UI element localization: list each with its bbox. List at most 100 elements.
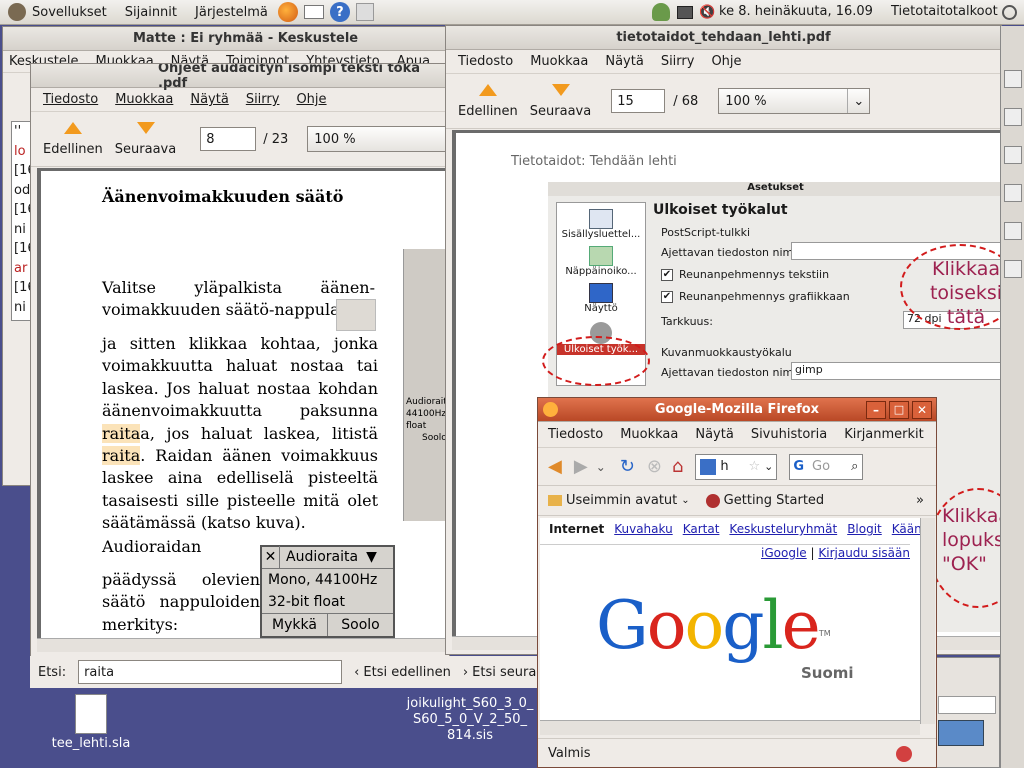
desktop-icon-sla[interactable]: tee_lehti.sla	[46, 694, 136, 751]
pdf2-menu-item[interactable]: Näytä	[605, 54, 643, 69]
help-launcher-icon[interactable]: ?	[329, 2, 350, 22]
pdf2-menu-item[interactable]: Tiedosto	[458, 54, 513, 69]
history-dropdown-icon[interactable]: ⌄	[596, 460, 606, 474]
prev-page-button[interactable]: Edellinen	[458, 83, 518, 119]
pdf2-titlebar[interactable]: tietotaidot_tehdaan_lehti.pdf	[446, 26, 1001, 50]
clock[interactable]: ke 8. heinäkuuta, 16.09	[719, 4, 873, 19]
ff-menu-item[interactable]: Kirjanmerkit	[844, 427, 924, 442]
ff-menu-item[interactable]: Muokkaa	[620, 427, 678, 442]
firefox-vscrollbar[interactable]	[920, 518, 935, 724]
forward-button-icon[interactable]: ▶	[574, 456, 588, 477]
sign-in-link[interactable]: Kirjaudu sisään	[818, 546, 910, 560]
firefox-hscrollbar[interactable]	[540, 720, 920, 735]
pdf1-menu-item[interactable]: Näytä	[190, 92, 228, 107]
home-icon[interactable]: ⌂	[672, 456, 683, 477]
places-menu[interactable]: Sijainnit	[119, 0, 183, 25]
edge-button[interactable]	[1004, 108, 1022, 126]
page-number-input[interactable]: 8	[200, 127, 257, 151]
find-input[interactable]: raita	[78, 660, 343, 684]
back-button-icon[interactable]: ◀	[548, 456, 562, 477]
pdf2-menubar: Tiedosto Muokkaa Näytä Siirry Ohje	[446, 50, 1001, 74]
audio-track-panel-image: ✕ Audioraita ▼ Mono, 44100Hz 32-bit floa…	[260, 545, 395, 638]
pdf1-menu-item[interactable]: Tiedosto	[43, 92, 98, 107]
google-nav-internet[interactable]: Internet	[549, 522, 604, 536]
power-icon[interactable]	[1002, 5, 1017, 20]
maximize-button[interactable]: □	[889, 401, 909, 419]
mail-launcher-icon[interactable]	[303, 5, 324, 19]
volume-muted-icon[interactable]: 🔇	[699, 5, 715, 20]
prev-page-button[interactable]: Edellinen	[43, 121, 103, 157]
pdf1-hscrollbar[interactable]	[37, 638, 449, 652]
ff-menu-item[interactable]: Näytä	[695, 427, 733, 442]
page-total: / 68	[673, 93, 699, 109]
screenshot-launcher-icon[interactable]	[355, 3, 374, 21]
toc-icon	[589, 209, 613, 229]
edge-button[interactable]	[1004, 222, 1022, 240]
find-next-button[interactable]: › Etsi seura	[463, 665, 537, 680]
top-panel: Sovellukset Sijainnit Järjestelmä ? 🔇 ke…	[0, 0, 1024, 25]
annotation-text: Klikkaa lopuksi "OK"	[942, 505, 1001, 575]
zoom-select[interactable]: 100 % ⌄	[718, 88, 871, 114]
stop-icon[interactable]: ⊗	[647, 456, 662, 477]
system-menu[interactable]: Järjestelmä	[189, 0, 274, 25]
chevron-down-icon: ⌄	[847, 89, 869, 113]
ff-menu-item[interactable]: Tiedosto	[548, 427, 603, 442]
firefox-titlebar[interactable]: Google-Mozilla Firefox – □ ✕	[538, 398, 936, 422]
volume-tool-image	[336, 299, 376, 331]
pdf1-menu-item[interactable]: Ohje	[296, 92, 326, 107]
close-button[interactable]: ✕	[912, 401, 932, 419]
google-nav-link[interactable]: Blogit	[847, 522, 882, 536]
background-window-edge	[1000, 26, 1024, 768]
applications-menu[interactable]: Sovellukset	[26, 0, 113, 25]
edge-button[interactable]	[1004, 146, 1022, 164]
pdf2-toolbar: Edellinen Seuraava 15 / 68 100 % ⌄	[446, 74, 1001, 129]
firefox-launcher-icon[interactable]	[277, 2, 298, 22]
chat-titlebar[interactable]: Matte : Ei ryhmää - Keskustele	[3, 27, 461, 51]
bookmarks-toolbar: Useimmin avatut ⌄ Getting Started »	[538, 486, 936, 516]
desktop-icon-sis[interactable]: joikulight_S60_3_0_ S60_5_0_V_2_50_ 814.…	[405, 696, 535, 744]
google-nav-link[interactable]: Keskusteluryhmät	[729, 522, 837, 536]
user-name[interactable]: Tietotaitotalkoot	[891, 4, 998, 19]
igoogle-link[interactable]: iGoogle	[761, 546, 807, 560]
annotation-circle	[542, 336, 650, 386]
edge-button[interactable]	[1004, 260, 1022, 278]
keyboard-icon	[589, 246, 613, 266]
folder-icon	[548, 495, 562, 506]
pdf1-titlebar[interactable]: Ohjeet audacityn isompi teksti toka .pdf	[31, 64, 449, 91]
pdf2-menu-item[interactable]: Siirry	[661, 54, 695, 69]
zoom-select[interactable]: 100 %	[307, 126, 448, 152]
google-nav-link[interactable]: Kartat	[683, 522, 720, 536]
edge-button[interactable]	[1004, 70, 1022, 88]
stop-sign-icon[interactable]	[896, 745, 912, 762]
find-previous-button[interactable]: ‹ Etsi edellinen	[354, 665, 451, 680]
next-page-button[interactable]: Seuraava	[115, 121, 176, 157]
bookmark-star-icon[interactable]: ☆	[749, 459, 761, 474]
checkbox-text-aa: ✔ Reunanpehmennys tekstiin	[661, 268, 830, 281]
minimize-button[interactable]: –	[866, 401, 886, 419]
google-search-icon[interactable]: G	[793, 459, 804, 474]
pdf1-menu-item[interactable]: Siirry	[246, 92, 280, 107]
up-arrow-icon	[478, 83, 497, 96]
pdf2-menu-item[interactable]: Muokkaa	[530, 54, 588, 69]
url-bar[interactable]: h ☆ ⌄	[695, 453, 778, 480]
ff-menu-item[interactable]: Sivuhistoria	[751, 427, 827, 442]
reload-icon[interactable]: ↻	[620, 456, 635, 477]
url-dropdown-icon[interactable]: ⌄	[764, 460, 773, 473]
pdf1-page-area[interactable]: Äänenvoimakkuuden säätö Valitse yläpalki…	[37, 168, 449, 638]
pdf1-menu-item[interactable]: Muokkaa	[115, 92, 173, 107]
page-number-input[interactable]: 15	[611, 89, 666, 113]
pdf2-menu-item[interactable]: Ohje	[711, 54, 741, 69]
dialog-title: Asetukset	[548, 182, 1001, 196]
getting-started-icon	[705, 493, 720, 508]
search-icon[interactable]: ⌕	[851, 459, 858, 474]
network-icon[interactable]	[677, 6, 693, 19]
google-nav-link[interactable]: Kuvahaku	[614, 522, 672, 536]
user-icon[interactable]	[652, 3, 670, 21]
edge-button[interactable]	[1004, 184, 1022, 202]
pdf1-page: Äänenvoimakkuuden säätö Valitse yläpalki…	[41, 171, 449, 638]
most-visited-bookmark[interactable]: Useimmin avatut	[566, 493, 677, 508]
chevron-more-icon[interactable]: »	[916, 493, 924, 508]
getting-started-bookmark[interactable]: Getting Started	[724, 493, 825, 508]
next-page-button[interactable]: Seuraava	[530, 83, 591, 119]
search-bar[interactable]: G Go ⌕	[789, 453, 864, 480]
